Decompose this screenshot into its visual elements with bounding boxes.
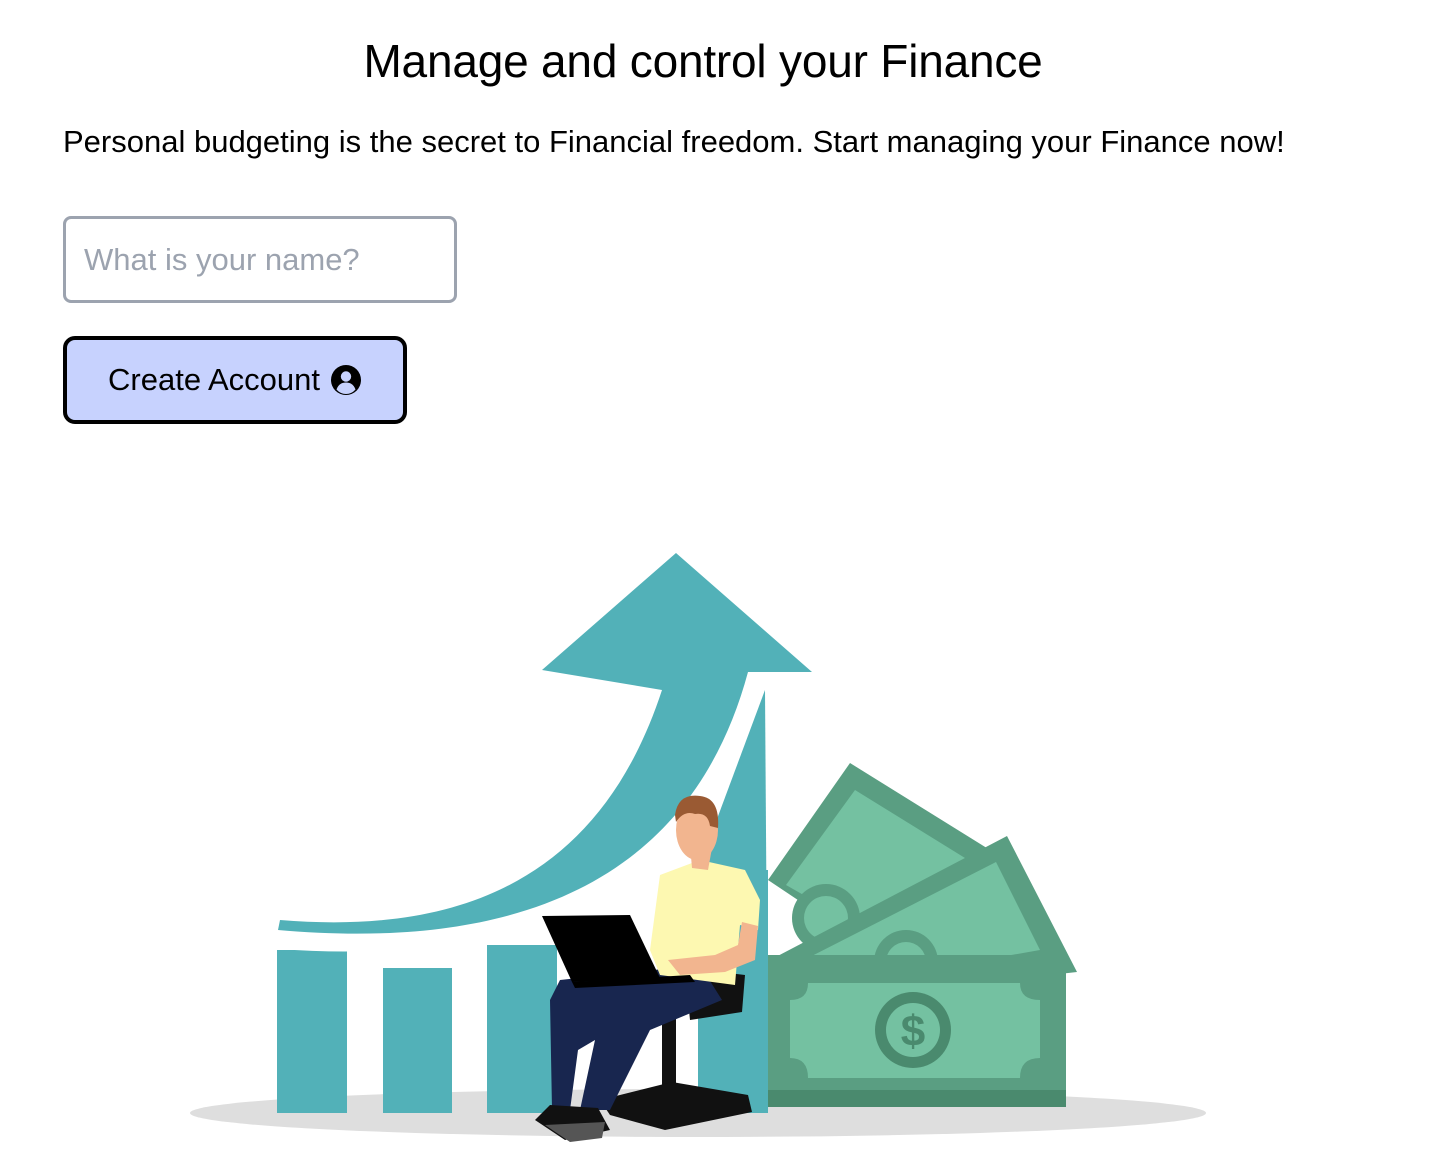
chart-bar xyxy=(487,945,557,1113)
chart-bar xyxy=(277,950,347,1113)
money-stack-icon: $ xyxy=(768,763,1077,1107)
finance-growth-illustration: $ xyxy=(190,553,1206,1142)
svg-text:$: $ xyxy=(901,1007,925,1056)
page: Manage and control your Finance Personal… xyxy=(0,0,1440,1154)
chart-bar xyxy=(383,968,452,1113)
